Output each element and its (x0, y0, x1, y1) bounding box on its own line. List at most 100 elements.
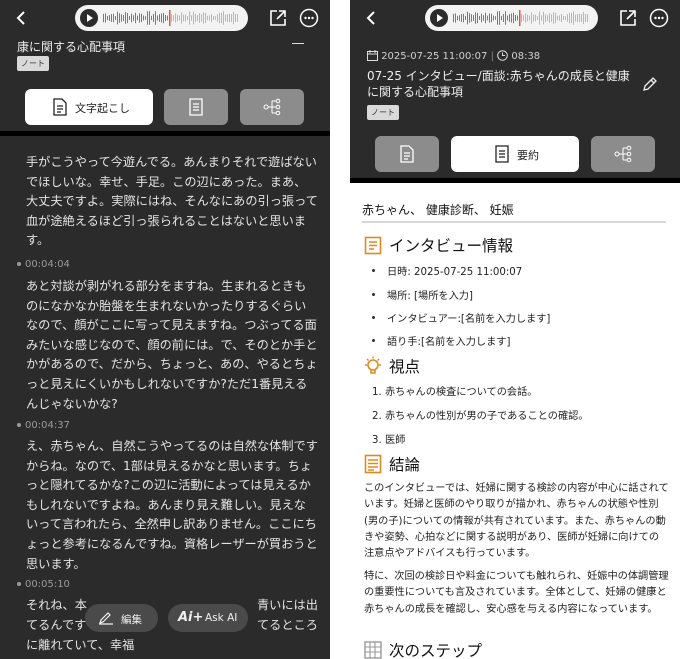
waveform[interactable] (103, 10, 240, 26)
keywords-underline (362, 221, 666, 223)
waveform-bar (489, 13, 490, 23)
waveform-bar (491, 13, 492, 23)
waveform-bar (233, 11, 234, 25)
waveform-bar (559, 15, 560, 21)
list-item: 3. 医師 (372, 435, 406, 446)
note-badge: ノート (367, 105, 399, 120)
waveform-bar (537, 16, 538, 20)
document-icon (53, 98, 67, 116)
view-tabs: 文字起こし (0, 89, 330, 129)
mindmap-icon (614, 145, 632, 163)
waveform-bar (135, 12, 136, 24)
waveform-bar (477, 12, 478, 24)
tab-mindmap[interactable] (240, 89, 304, 125)
edit-corner-icon[interactable] (292, 40, 304, 44)
list-item: 語り手:[名前を入力します] (372, 333, 510, 348)
waveform-bar (521, 14, 522, 22)
waveform-bar (467, 11, 468, 25)
waveform-bar (209, 15, 210, 21)
play-icon[interactable] (80, 9, 98, 27)
waveform-bar (475, 12, 476, 24)
tab-transcript[interactable]: 文字起こし (25, 89, 153, 125)
waveform-bar (495, 16, 496, 20)
waveform-bar (581, 14, 582, 22)
transcript-text: 手がこうやって今遊んでる。あんまりそれで遊ばないでほしいな。幸せ、手足。この辺に… (26, 155, 318, 248)
waveform-bar (585, 14, 586, 22)
waveform-bar (107, 15, 108, 21)
audio-player[interactable] (75, 5, 248, 31)
transcript-text: あと対談が剥がれる部分をますね。生まれるときものになかなか胎盤を生まれないかった… (26, 279, 318, 411)
list-item: インタビュアー:[名前を入力します] (372, 310, 550, 325)
tab-summary[interactable]: 要約 (451, 136, 579, 172)
more-options-icon[interactable] (299, 8, 319, 28)
view-tabs: 要約 (350, 136, 680, 176)
waveform-bar (185, 14, 186, 22)
back-icon[interactable] (362, 8, 382, 28)
waveform-bar (569, 12, 570, 24)
waveform-bar (117, 11, 118, 25)
waveform-bar (541, 15, 542, 21)
waveform-bar (217, 14, 218, 22)
document-icon (400, 145, 414, 163)
tab-summary-label: 要約 (517, 149, 539, 162)
timestamp[interactable]: 00:05:10 (17, 579, 70, 590)
waveform-bar (587, 14, 588, 22)
grid-icon (364, 641, 382, 659)
waveform-bar (201, 14, 202, 22)
waveform-bar (535, 14, 536, 22)
tab-mindmap[interactable] (591, 136, 655, 172)
play-icon[interactable] (430, 9, 448, 27)
ask-ai-button[interactable]: Ai+ Ask AI (168, 604, 248, 632)
timestamp[interactable]: 00:04:04 (17, 259, 70, 270)
share-icon[interactable] (618, 8, 638, 28)
edit-title-icon[interactable] (642, 76, 658, 92)
waveform-bar (221, 12, 222, 24)
waveform-bar (529, 15, 530, 21)
keywords: 赤ちゃん、 健康診断、 妊娠 (362, 203, 514, 217)
waveform-bar (453, 13, 454, 23)
waveform[interactable] (453, 10, 590, 26)
tab-transcript[interactable] (375, 136, 439, 172)
waveform-bar (479, 16, 480, 20)
waveform-bar (187, 16, 188, 20)
waveform-bar (215, 16, 216, 20)
waveform-bar (579, 13, 580, 23)
list-item: 1. 赤ちゃんの検査についての会話。 (372, 387, 538, 398)
playhead[interactable] (169, 10, 171, 26)
timestamp[interactable]: 00:04:37 (17, 420, 70, 431)
waveform-bar (561, 14, 562, 22)
waveform-bar (493, 15, 494, 21)
waveform-bar (469, 13, 470, 23)
waveform-bar (567, 14, 568, 22)
waveform-bar (487, 15, 488, 21)
waveform-bar (235, 14, 236, 22)
list-item: 場所: [場所を入力] (372, 287, 473, 302)
waveform-bar (131, 13, 132, 23)
waveform-bar (163, 12, 164, 24)
waveform-bar (515, 14, 516, 22)
more-options-icon[interactable] (649, 8, 669, 28)
waveform-bar (111, 14, 112, 22)
waveform-bar (115, 16, 116, 20)
back-icon[interactable] (12, 8, 32, 28)
audio-player[interactable] (425, 5, 598, 31)
waveform-bar (133, 15, 134, 21)
waveform-bar (183, 14, 184, 22)
waveform-bar (105, 13, 106, 23)
playhead[interactable] (519, 10, 521, 26)
share-icon[interactable] (268, 8, 288, 28)
waveform-bar (523, 15, 524, 21)
waveform-bar (189, 11, 190, 25)
recording-title: 07-25 インタビュー/面談:赤ちゃんの成長と健康に関する心配事項 (367, 69, 630, 99)
tab-summary[interactable] (164, 89, 228, 125)
calendar-icon (367, 50, 378, 61)
edit-button[interactable]: 編集 (85, 604, 158, 632)
waveform-bar (121, 14, 122, 22)
waveform-bar (139, 13, 140, 23)
recording-duration: 08:38 (511, 51, 541, 62)
waveform-bar (473, 14, 474, 22)
waveform-bar (507, 15, 508, 21)
waveform-bar (533, 14, 534, 22)
waveform-bar (571, 12, 572, 24)
waveform-bar (553, 12, 554, 24)
